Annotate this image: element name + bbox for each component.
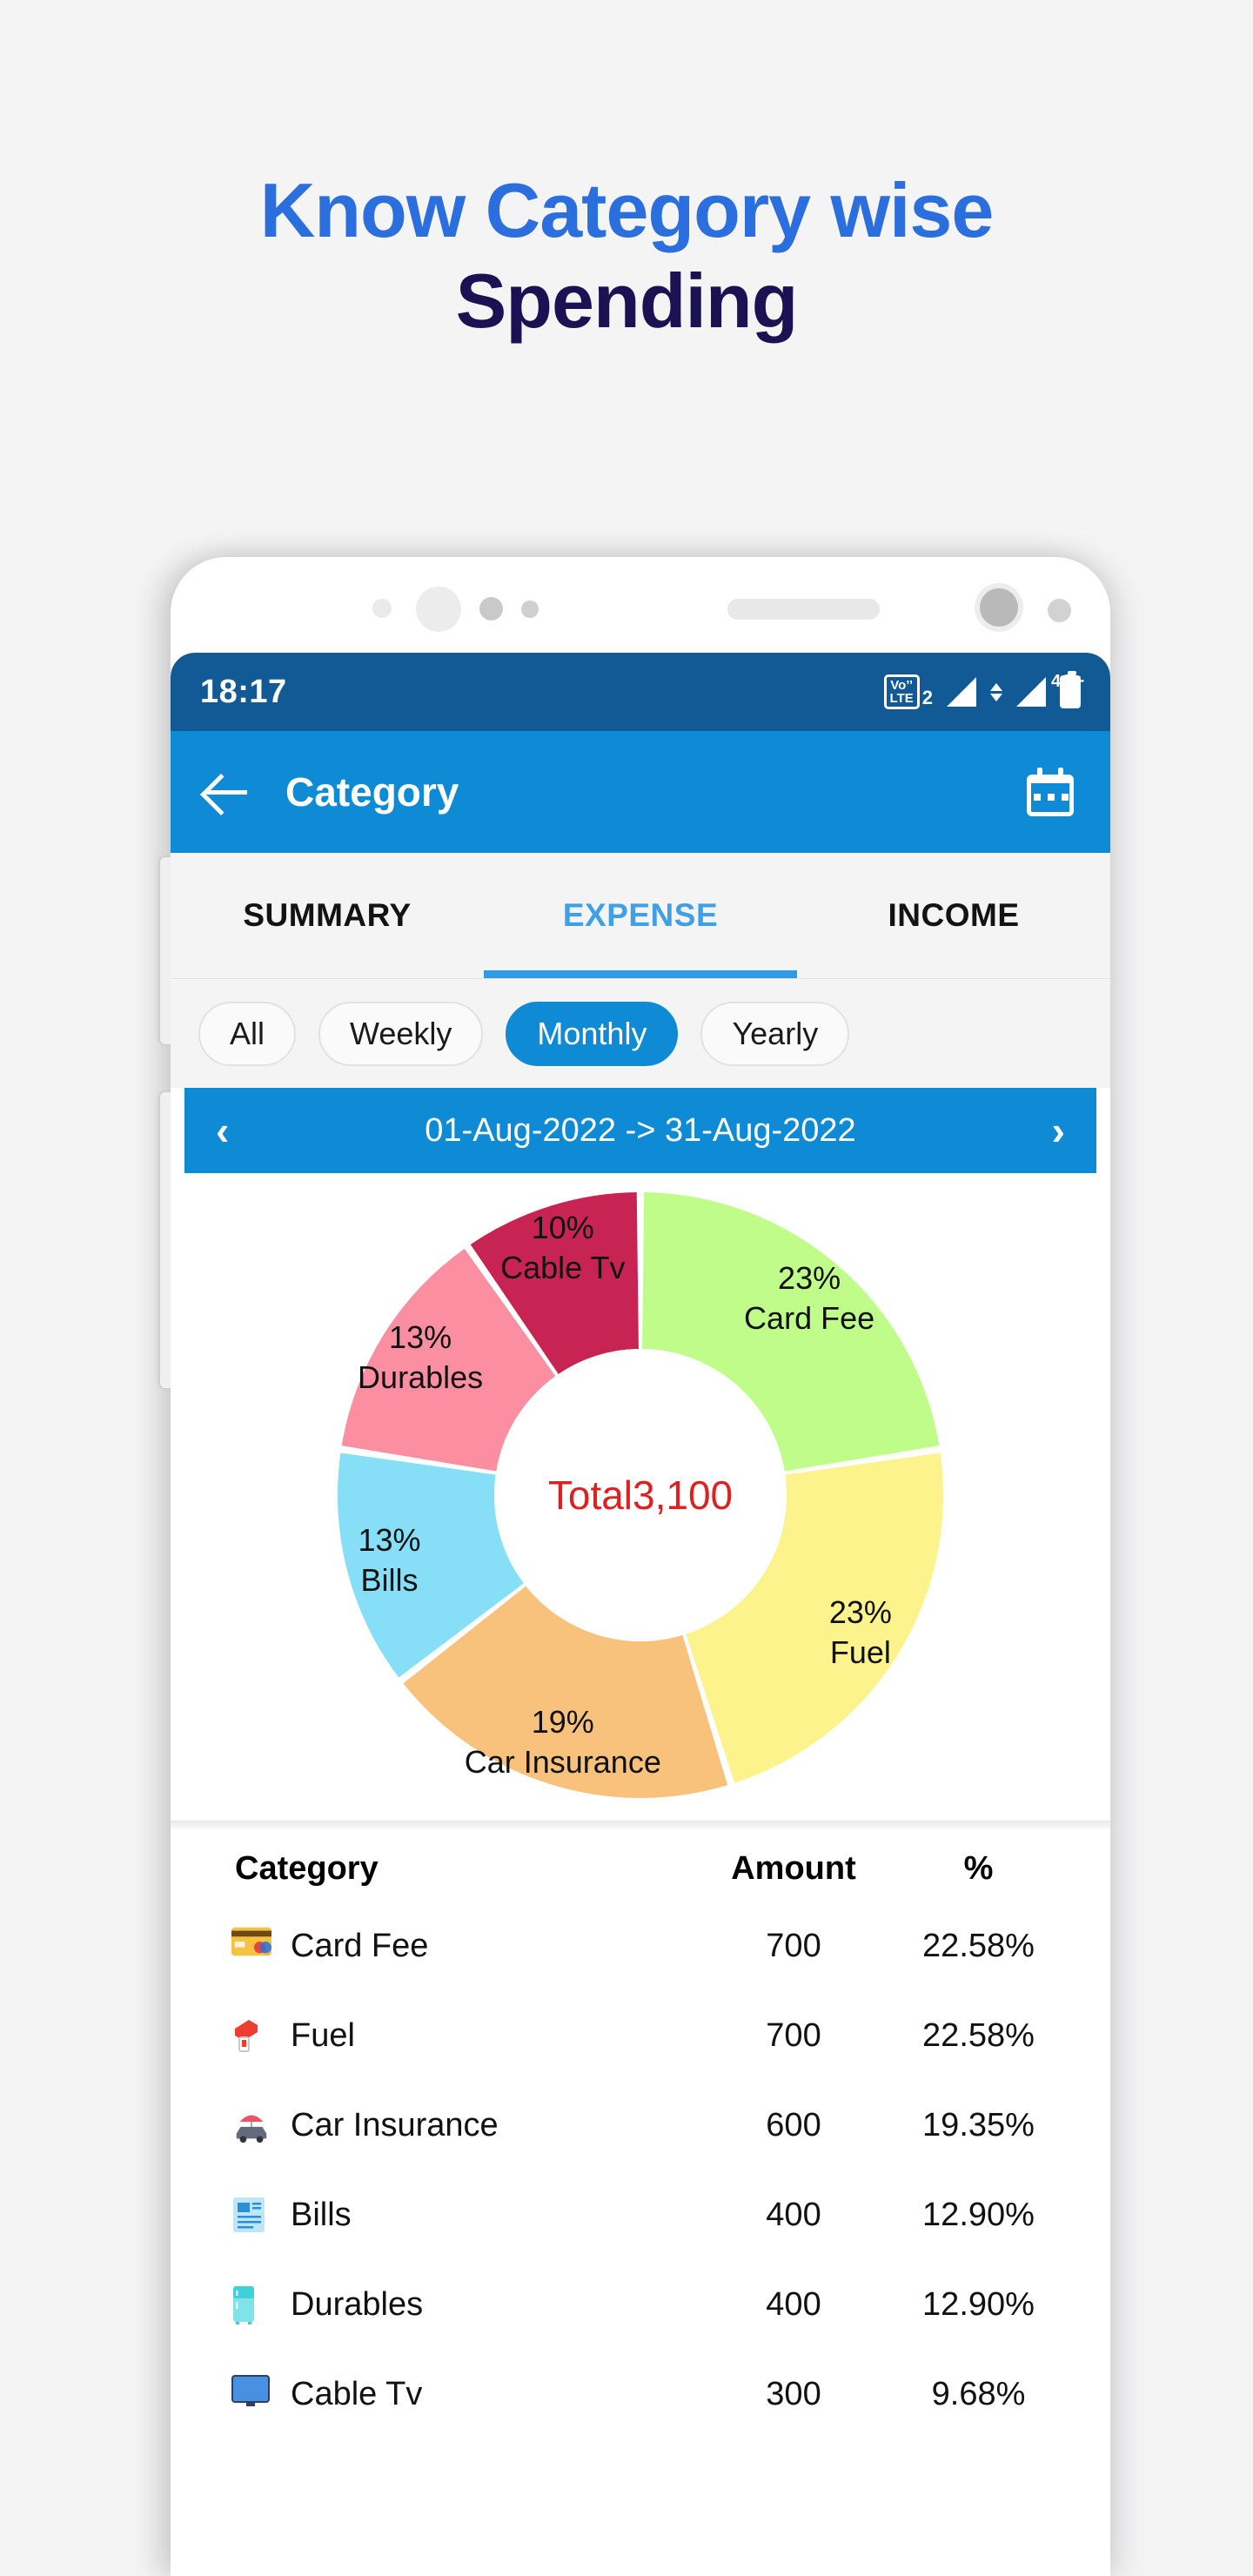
- table-cell-amount: 700: [766, 1928, 821, 1964]
- table-row[interactable]: Bills 400 12.90%: [209, 2170, 1072, 2260]
- table-row[interactable]: Cable Tv 300 9.68%: [209, 2350, 1072, 2439]
- calendar-icon[interactable]: [1027, 768, 1075, 816]
- chip-yearly[interactable]: Yearly: [700, 1001, 850, 1066]
- page-title: Category: [285, 769, 459, 815]
- tab-summary[interactable]: SUMMARY: [171, 853, 484, 978]
- donut-wrap: Total3,100 23% Card Fee 23% Fuel 19% Car Insu…: [332, 1186, 949, 1804]
- tab-income[interactable]: INCOME: [797, 853, 1110, 978]
- refrigerator-icon: [231, 2285, 271, 2325]
- donut-slice-label: 10% Cable Tv: [500, 1208, 625, 1288]
- fuel-pump-icon: [231, 2016, 271, 2056]
- chip-weekly[interactable]: Weekly: [318, 1001, 484, 1066]
- category-donut-chart: Total3,100 23% Card Fee 23% Fuel 19% Car Insu…: [171, 1173, 1110, 1817]
- table-cell-category: Bills: [291, 2197, 352, 2233]
- donut-slice-percent: 10%: [531, 1209, 594, 1245]
- period-filter-chips: All Weekly Monthly Yearly: [171, 979, 1110, 1088]
- promo-headline-line2: Spending: [455, 257, 799, 344]
- table-cell-percent: 9.68%: [931, 2376, 1026, 2412]
- donut-slice-category: Cable Tv: [500, 1249, 626, 1285]
- bills-icon: [231, 2196, 271, 2236]
- data-arrows-icon: [990, 682, 1002, 701]
- table-row[interactable]: Card Fee 700 22.58%: [209, 1902, 1072, 1991]
- table-cell-percent: 22.58%: [922, 1928, 1035, 1964]
- earpiece-speaker-icon: [727, 599, 880, 620]
- sim-number-label: 2: [921, 687, 933, 708]
- front-camera-icon: [416, 587, 461, 632]
- donut-slice-label: 23% Card Fee: [744, 1258, 874, 1338]
- status-bar-clock: 18:17: [200, 673, 287, 710]
- table-cell-category: Car Insurance: [291, 2107, 499, 2143]
- table-cell-amount: 400: [766, 2286, 821, 2323]
- light-sensor-icon: [521, 600, 539, 618]
- table-row[interactable]: Fuel 700 22.58%: [209, 1991, 1072, 2081]
- signal-icon: [947, 677, 976, 707]
- table-cell-percent: 12.90%: [922, 2197, 1035, 2233]
- promo-headline: Know Category wise Spending: [0, 165, 1253, 346]
- table-cell-category: Fuel: [291, 2017, 355, 2054]
- date-range-bar: ‹ 01-Aug-2022 -> 31-Aug-2022 ›: [184, 1088, 1096, 1173]
- promo-headline-line1: Know Category wise: [259, 167, 995, 253]
- table-cell-percent: 22.58%: [922, 2017, 1035, 2054]
- status-bar: 18:17 Vo’’ LTE 2 4G+: [171, 653, 1110, 731]
- credit-card-icon: [231, 1927, 271, 1967]
- back-arrow-icon[interactable]: [205, 769, 251, 815]
- television-icon: [231, 2374, 271, 2415]
- sensor-dot-secondary-icon: [1048, 599, 1071, 622]
- phone-screen: 18:17 Vo’’ LTE 2 4G+: [171, 653, 1110, 2576]
- table-cell-category: Cable Tv: [291, 2376, 423, 2412]
- donut-slice-label: 19% Car Insurance: [465, 1702, 661, 1782]
- table-cell-percent: 19.35%: [922, 2107, 1035, 2143]
- phone-top-bezel: [171, 557, 1110, 653]
- donut-slice-category: Car Insurance: [464, 1744, 661, 1781]
- donut-slice-category: Fuel: [829, 1633, 891, 1670]
- table-row[interactable]: Durables 400 12.90%: [209, 2260, 1072, 2350]
- donut-slice-category: Durables: [358, 1359, 484, 1396]
- car-insurance-icon: [231, 2106, 271, 2146]
- table-row[interactable]: Car Insurance 600 19.35%: [209, 2081, 1072, 2170]
- donut-slice-category: Card Fee: [744, 1299, 875, 1336]
- date-range-label: 01-Aug-2022 -> 31-Aug-2022: [425, 1111, 856, 1149]
- table-cell-amount: 400: [766, 2197, 821, 2233]
- table-divider: [171, 1821, 1110, 1829]
- table-header-percent: %: [963, 1850, 994, 1887]
- tab-expense[interactable]: EXPENSE: [484, 853, 797, 978]
- donut-slice-label: 13% Durables: [358, 1318, 483, 1398]
- proximity-sensor-icon: [479, 597, 503, 621]
- table-cell-percent: 12.90%: [922, 2286, 1035, 2323]
- donut-slice-label: 23% Fuel: [829, 1593, 892, 1673]
- category-table: Category Amount % Card Fee 700 22.58% Fuel 7…: [171, 1829, 1110, 2439]
- table-cell-category: Durables: [291, 2286, 424, 2323]
- donut-slice-percent: 13%: [358, 1521, 421, 1558]
- donut-center-total: Total3,100: [547, 1472, 734, 1518]
- table-header-amount: Amount: [731, 1850, 856, 1887]
- tab-bar: SUMMARY EXPENSE INCOME: [171, 853, 1110, 979]
- table-header-row: Category Amount %: [209, 1829, 1072, 1902]
- donut-slice-label: 13% Bills: [358, 1520, 420, 1600]
- table-cell-amount: 700: [766, 2017, 821, 2054]
- volte-icon: Vo’’ LTE: [883, 674, 920, 709]
- app-bar: Category: [171, 731, 1110, 853]
- sensor-dot-icon: [372, 599, 392, 618]
- status-bar-icons: Vo’’ LTE 2 4G+: [883, 671, 1084, 709]
- chevron-left-icon[interactable]: ‹: [216, 1110, 229, 1150]
- front-camera-lens-icon: [980, 588, 1018, 627]
- table-cell-amount: 300: [766, 2376, 821, 2412]
- donut-slice-percent: 19%: [531, 1704, 594, 1741]
- table-cell-amount: 600: [766, 2107, 821, 2143]
- chip-monthly[interactable]: Monthly: [506, 1001, 679, 1066]
- chevron-right-icon[interactable]: ›: [1052, 1110, 1065, 1150]
- table-header-category: Category: [235, 1850, 379, 1887]
- table-cell-category: Card Fee: [291, 1928, 429, 1964]
- battery-icon: [1060, 671, 1081, 708]
- donut-slice-percent: 23%: [828, 1593, 892, 1630]
- donut-slice-percent: 23%: [778, 1259, 841, 1296]
- donut-slice-category: Bills: [360, 1561, 419, 1598]
- donut-slice-percent: 13%: [389, 1319, 452, 1356]
- signal-4g-icon: 4G+: [1016, 672, 1084, 707]
- chip-all[interactable]: All: [198, 1001, 297, 1066]
- phone-mockup: 18:17 Vo’’ LTE 2 4G+: [160, 557, 1110, 2576]
